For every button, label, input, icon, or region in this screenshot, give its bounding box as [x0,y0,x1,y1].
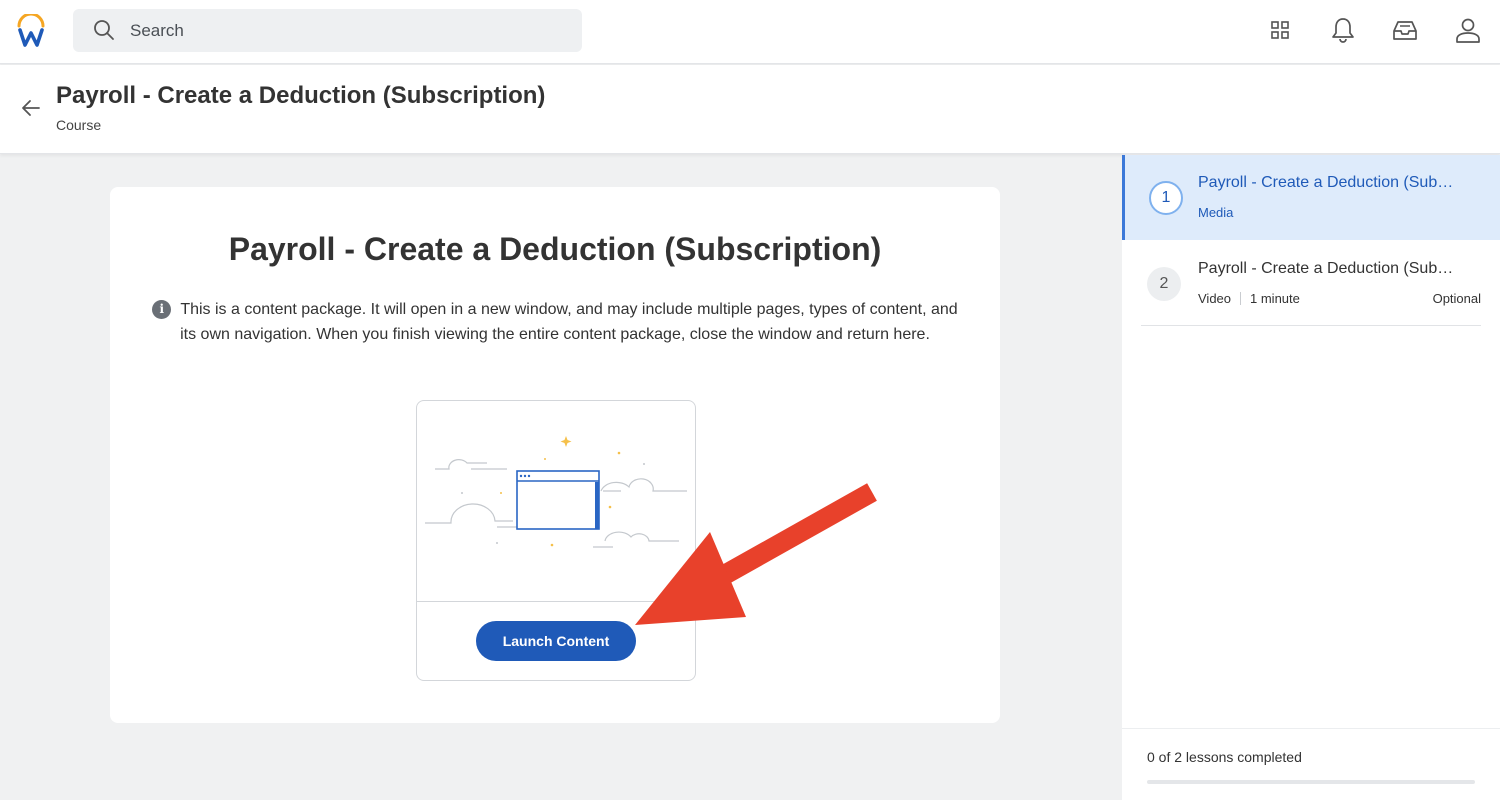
workday-logo-icon[interactable] [16,14,46,48]
content-title: Payroll - Create a Deduction (Subscripti… [228,231,882,267]
apps-grid-icon[interactable] [1266,16,1294,44]
lesson-type: Media [1198,205,1234,220]
annotation-arrow-icon [635,483,877,625]
meta-separator [1240,292,1242,305]
launch-content-button[interactable]: Launch Content [476,621,636,661]
progress-bar [1147,780,1475,784]
lesson-type: Video [1198,291,1232,306]
back-arrow-icon[interactable] [19,96,43,120]
content-description: i This is a content package. It will open… [150,297,960,347]
content-description-text: This is a content package. It will open … [180,301,958,343]
lesson-title[interactable]: Payroll - Create a Deduction (Subscripti… [1198,260,1460,278]
content-card: Payroll - Create a Deduction (Subscripti… [110,187,1000,723]
search-icon [94,20,114,40]
progress-text: 0 of 2 lessons completed [1147,749,1302,765]
lesson-item-1[interactable]: 1 Payroll - Create a Deduction (Subscrip… [1122,155,1500,240]
lesson-number: 2 [1147,267,1181,301]
user-icon[interactable] [1454,16,1482,44]
page-header: Payroll - Create a Deduction (Subscripti… [0,65,1500,154]
top-bar: Search [0,0,1500,64]
page-title: Payroll - Create a Deduction (Subscripti… [56,82,546,109]
lesson-meta: Video 1 minute [1198,291,1300,306]
lesson-sidebar: 1 Payroll - Create a Deduction (Subscrip… [1122,155,1500,800]
lesson-title[interactable]: Payroll - Create a Deduction (Subscripti… [1198,174,1460,192]
lesson-optional-tag: Optional [1432,291,1481,306]
inbox-icon[interactable] [1391,16,1419,44]
lesson-duration: 1 minute [1250,291,1300,306]
lesson-item-2[interactable]: 2 Payroll - Create a Deduction (Subscrip… [1141,241,1481,326]
bell-icon[interactable] [1329,16,1357,44]
info-icon: i [152,300,172,319]
progress-footer: 0 of 2 lessons completed [1122,728,1500,800]
search-bar[interactable]: Search [73,9,582,52]
lesson-number: 1 [1149,181,1183,215]
search-placeholder[interactable]: Search [130,21,184,41]
page-subtitle: Course [56,117,102,133]
